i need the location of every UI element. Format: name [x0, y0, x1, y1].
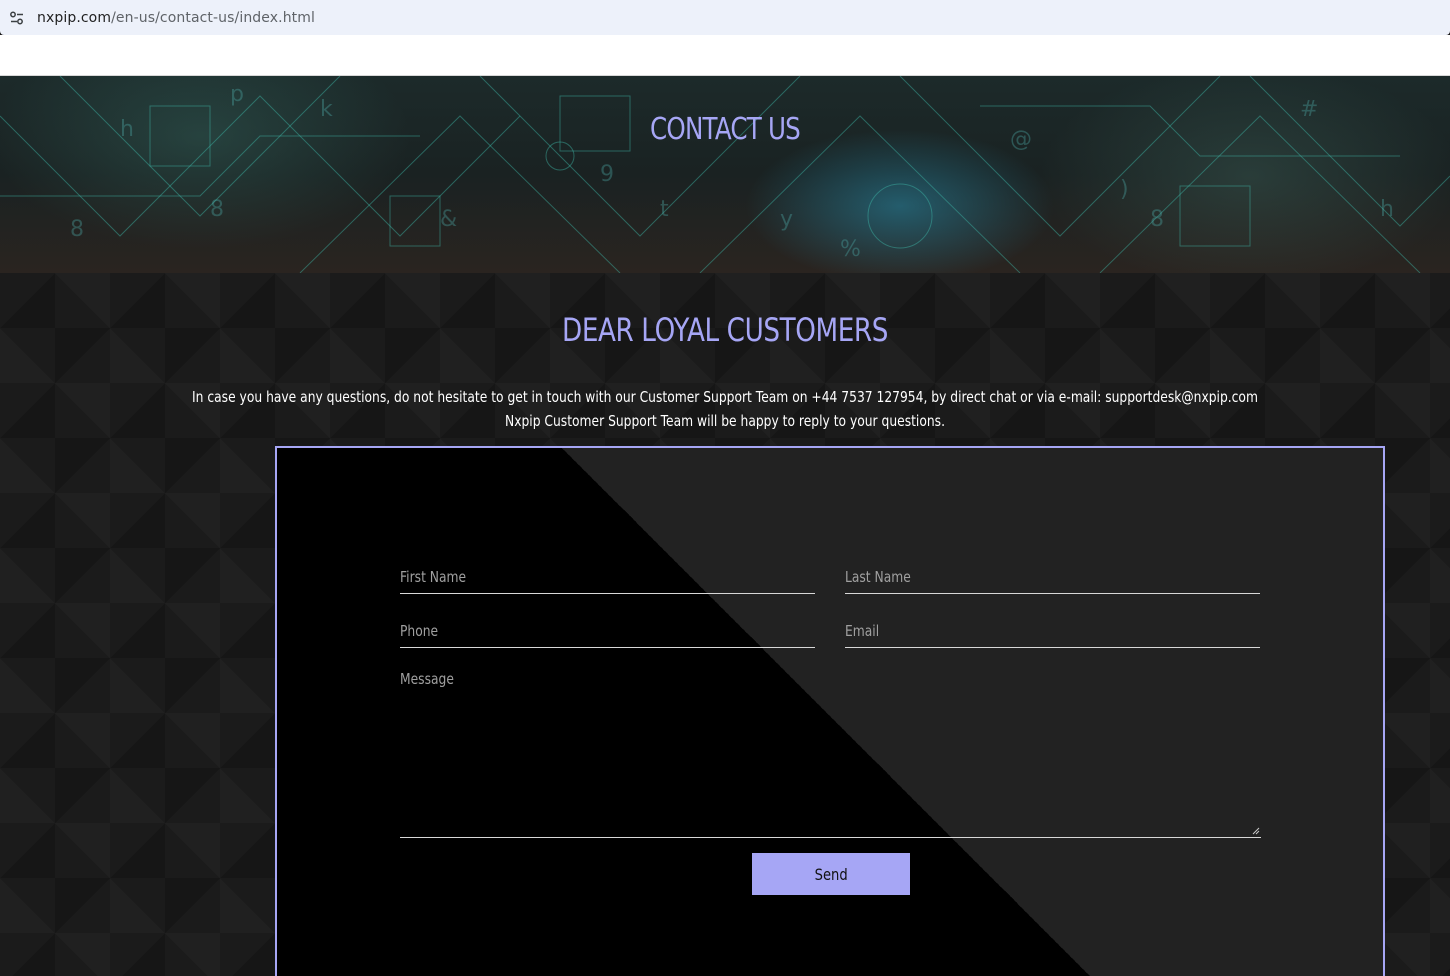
svg-text:8: 8 — [1150, 207, 1164, 232]
intro-text: In case you have any questions, do not h… — [0, 385, 1450, 433]
tune-icon[interactable] — [2, 0, 32, 35]
url-path: /en-us/contact-us/index.html — [111, 9, 315, 26]
url-text[interactable]: nxpip.com/en-us/contact-us/index.html — [37, 10, 315, 26]
first-name-input[interactable]: First Name — [400, 560, 815, 594]
first-name-placeholder: First Name — [400, 567, 467, 586]
resize-grip-icon[interactable] — [1252, 827, 1260, 835]
svg-text:): ) — [1120, 177, 1129, 202]
address-bar[interactable]: nxpip.com/en-us/contact-us/index.html — [0, 0, 1450, 35]
circuit-background: hpk 8 & t y%@ )8# h98 — [0, 76, 1450, 273]
svg-text:&: & — [440, 207, 457, 232]
hero-banner: hpk 8 & t y% @ ) 8 # h98 CONTACT US — [0, 76, 1450, 273]
url-host: nxpip.com — [37, 9, 112, 26]
svg-text:8: 8 — [210, 197, 224, 222]
page-top-strip — [0, 35, 1450, 76]
svg-text:p: p — [230, 82, 244, 107]
message-textarea[interactable]: Message — [400, 662, 1261, 838]
page-title: CONTACT US — [650, 112, 801, 147]
last-name-input[interactable]: Last Name — [845, 560, 1260, 594]
message-placeholder: Message — [400, 670, 454, 688]
svg-text:h: h — [1380, 197, 1394, 222]
email-placeholder: Email — [845, 621, 880, 640]
intro-line-2: Nxpip Customer Support Team will be happ… — [504, 412, 945, 430]
last-name-placeholder: Last Name — [845, 567, 911, 586]
send-button-label: Send — [814, 864, 848, 884]
section-title: DEAR LOYAL CUSTOMERS — [562, 311, 888, 349]
contact-form: First Name Last Name Phone Email Message… — [275, 446, 1385, 976]
svg-text:y: y — [780, 207, 793, 232]
svg-text:t: t — [660, 197, 669, 222]
svg-text:8: 8 — [70, 217, 84, 242]
svg-text:9: 9 — [600, 162, 614, 187]
phone-input[interactable]: Phone — [400, 614, 815, 648]
send-button[interactable]: Send — [752, 853, 910, 895]
svg-text:%: % — [840, 237, 861, 262]
phone-placeholder: Phone — [400, 621, 439, 640]
intro-line-1: In case you have any questions, do not h… — [192, 388, 1258, 406]
contact-section: DEAR LOYAL CUSTOMERS In case you have an… — [0, 273, 1450, 976]
email-input[interactable]: Email — [845, 614, 1260, 648]
